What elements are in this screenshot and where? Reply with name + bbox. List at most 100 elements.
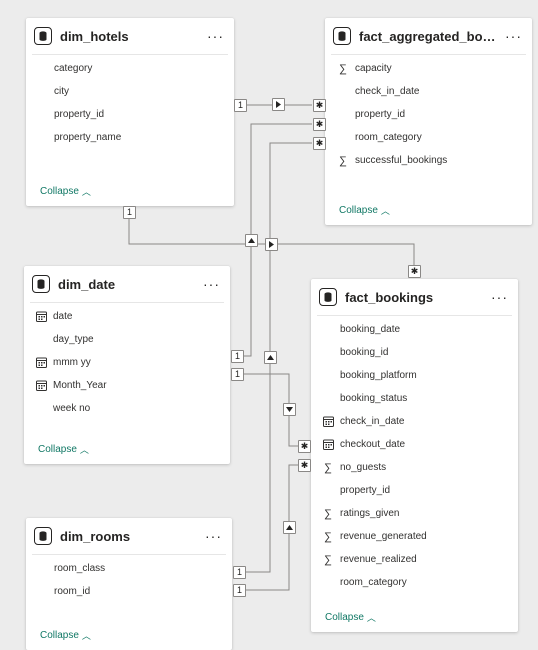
field-row[interactable]: room_category xyxy=(322,571,518,594)
field-name: successful_bookings xyxy=(355,155,448,166)
table-card-dim-hotels[interactable]: dim_hotels ··· category city property_id… xyxy=(26,18,234,206)
cardinality-many-badge[interactable]: ✱ xyxy=(408,265,421,278)
field-name: property_id xyxy=(54,109,105,120)
database-icon xyxy=(34,27,52,45)
cardinality-many-badge[interactable]: ✱ xyxy=(298,440,311,453)
collapse-label: Collapse xyxy=(38,444,77,455)
field-row[interactable]: booking_platform xyxy=(322,364,518,387)
database-icon xyxy=(34,527,52,545)
field-list: ∑ capacity check_in_date property_id room… xyxy=(325,55,532,172)
table-header[interactable]: fact_aggregated_booki... ··· xyxy=(325,18,532,54)
sigma-icon: ∑ xyxy=(324,530,332,543)
table-card-fact-aggregated-bookings[interactable]: fact_aggregated_booki... ··· ∑ capacity c… xyxy=(325,18,532,225)
table-header[interactable]: fact_bookings ··· xyxy=(311,279,518,315)
field-name: date xyxy=(53,311,73,322)
calendar-icon xyxy=(322,439,334,451)
field-name: city xyxy=(54,86,69,97)
cardinality-many-badge[interactable]: ✱ xyxy=(313,137,326,150)
sigma-icon: ∑ xyxy=(324,461,332,474)
field-row[interactable]: Month_Year xyxy=(35,374,230,397)
field-name: room_class xyxy=(54,563,106,574)
more-options-icon[interactable]: ··· xyxy=(207,29,224,43)
table-card-dim-rooms[interactable]: dim_rooms ··· room_class room_id Collaps… xyxy=(26,518,232,650)
field-row[interactable]: week no xyxy=(35,397,230,420)
collapse-button[interactable]: Collapse ︿ xyxy=(40,629,91,642)
field-row[interactable]: ∑ successful_bookings xyxy=(337,149,532,172)
field-name: property_id xyxy=(340,485,391,496)
field-row[interactable]: category xyxy=(54,57,234,80)
field-name: day_type xyxy=(53,334,94,345)
field-row[interactable]: booking_status xyxy=(322,387,518,410)
field-row[interactable]: city xyxy=(54,80,234,103)
more-options-icon[interactable]: ··· xyxy=(505,29,522,43)
arrow-right-icon[interactable] xyxy=(265,238,278,251)
field-row[interactable]: check_in_date xyxy=(337,80,532,103)
arrow-up-icon[interactable] xyxy=(283,521,296,534)
cardinality-one-badge[interactable]: 1 xyxy=(231,368,244,381)
field-name: week no xyxy=(53,403,91,414)
table-card-fact-bookings[interactable]: fact_bookings ··· booking_date booking_i… xyxy=(311,279,518,632)
field-row[interactable]: mmm yy xyxy=(35,351,230,374)
field-row[interactable]: checkout_date xyxy=(322,433,518,456)
field-name: no_guests xyxy=(340,462,387,473)
field-name: check_in_date xyxy=(355,86,420,97)
field-row[interactable]: room_id xyxy=(54,580,232,603)
field-name: booking_platform xyxy=(340,370,417,381)
arrow-up-icon[interactable] xyxy=(264,351,277,364)
field-row[interactable]: booking_id xyxy=(322,341,518,364)
calendar-icon xyxy=(35,311,47,323)
cardinality-many-badge[interactable]: ✱ xyxy=(313,99,326,112)
field-list: booking_date booking_id booking_platform… xyxy=(311,316,518,594)
field-name: room_category xyxy=(340,577,407,588)
cardinality-one-badge[interactable]: 1 xyxy=(231,350,244,363)
cardinality-one-badge[interactable]: 1 xyxy=(233,566,246,579)
field-row[interactable]: ∑ capacity xyxy=(337,57,532,80)
field-row[interactable]: booking_date xyxy=(322,318,518,341)
field-row[interactable]: ∑ ratings_given xyxy=(322,502,518,525)
field-row[interactable]: property_id xyxy=(54,103,234,126)
cardinality-one-badge[interactable]: 1 xyxy=(234,99,247,112)
field-row[interactable]: ∑ revenue_realized xyxy=(322,548,518,571)
field-row[interactable]: day_type xyxy=(35,328,230,351)
more-options-icon[interactable]: ··· xyxy=(491,290,508,304)
field-row[interactable]: check_in_date xyxy=(322,410,518,433)
field-row[interactable]: ∑ revenue_generated xyxy=(322,525,518,548)
cardinality-many-badge[interactable]: ✱ xyxy=(313,118,326,131)
field-name: Month_Year xyxy=(53,380,107,391)
field-name: property_id xyxy=(355,109,406,120)
field-row[interactable]: property_id xyxy=(337,103,532,126)
field-row[interactable]: property_name xyxy=(54,126,234,149)
collapse-button[interactable]: Collapse ︿ xyxy=(325,611,376,624)
table-card-dim-date[interactable]: dim_date ··· date day_type mmm yy Month_… xyxy=(24,266,230,464)
field-name: capacity xyxy=(355,63,392,74)
sigma-icon: ∑ xyxy=(324,553,332,566)
table-header[interactable]: dim_date ··· xyxy=(24,266,230,302)
arrow-right-icon[interactable] xyxy=(272,98,285,111)
collapse-label: Collapse xyxy=(325,612,364,623)
arrow-up-icon[interactable] xyxy=(245,234,258,247)
more-options-icon[interactable]: ··· xyxy=(205,529,222,543)
collapse-button[interactable]: Collapse ︿ xyxy=(40,185,91,198)
table-title: fact_bookings xyxy=(345,289,434,305)
cardinality-one-badge[interactable]: 1 xyxy=(233,584,246,597)
cardinality-many-badge[interactable]: ✱ xyxy=(298,459,311,472)
field-list: room_class room_id xyxy=(26,555,232,603)
table-title: dim_rooms xyxy=(60,528,131,544)
arrow-down-icon[interactable] xyxy=(283,403,296,416)
model-canvas[interactable]: dim_hotels ··· category city property_id… xyxy=(0,0,538,650)
field-row[interactable]: date xyxy=(35,305,230,328)
table-header[interactable]: dim_rooms ··· xyxy=(26,518,232,554)
field-row[interactable]: room_class xyxy=(54,557,232,580)
collapse-button[interactable]: Collapse ︿ xyxy=(339,204,390,217)
field-row[interactable]: property_id xyxy=(322,479,518,502)
cardinality-one-badge[interactable]: 1 xyxy=(123,206,136,219)
sigma-icon: ∑ xyxy=(339,62,347,75)
more-options-icon[interactable]: ··· xyxy=(203,277,220,291)
chevron-up-icon: ︿ xyxy=(79,445,89,455)
field-name: booking_date xyxy=(340,324,401,335)
field-row[interactable]: room_category xyxy=(337,126,532,149)
calendar-icon xyxy=(322,416,334,428)
field-row[interactable]: ∑ no_guests xyxy=(322,456,518,479)
table-header[interactable]: dim_hotels ··· xyxy=(26,18,234,54)
collapse-button[interactable]: Collapse ︿ xyxy=(38,443,89,456)
